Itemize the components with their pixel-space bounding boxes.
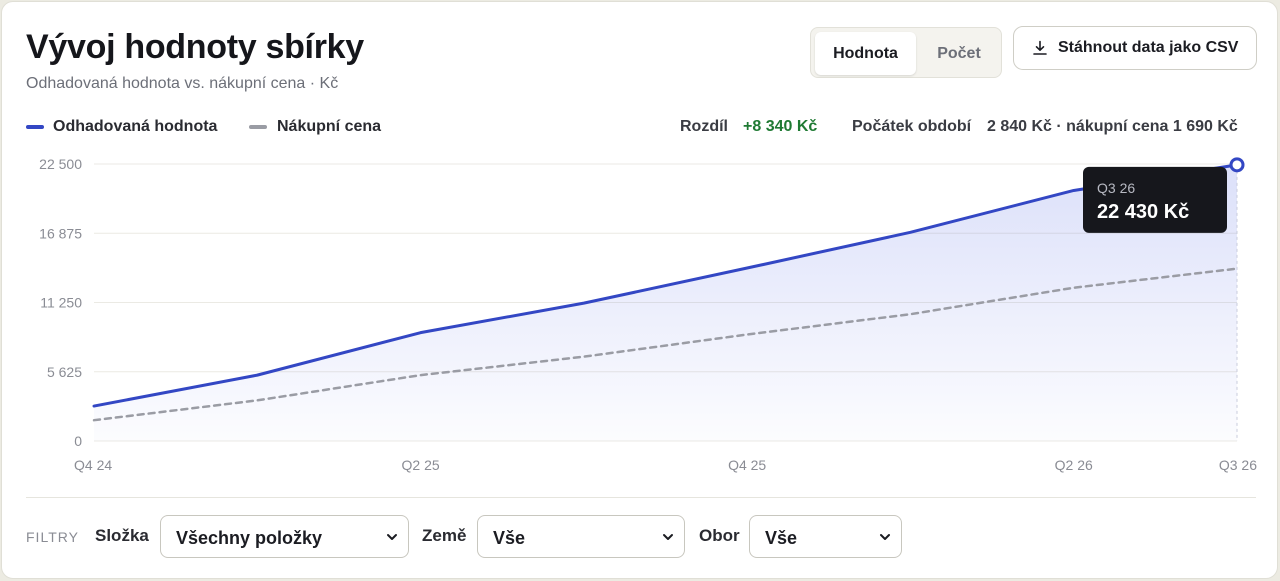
filter-select-slozka[interactable]: Všechny položky: [160, 515, 409, 558]
filter-value-obor: Vše: [765, 528, 798, 548]
filter-value-zeme: Vše: [493, 528, 526, 548]
toggle-hodnota-button[interactable]: Hodnota: [815, 32, 916, 75]
filter-value-slozka: Všechny položky: [176, 528, 323, 548]
diff-label: Rozdíl: [680, 118, 728, 135]
value-chart: 0 5 625 11 250 16 875 22 500 Q4 24 Q2 25 Q4 25 Q…: [39, 156, 1257, 473]
page-subtitle: Odhadovaná hodnota vs. nákupní cena · Kč: [26, 75, 339, 92]
legend-swatch-estimated: [26, 125, 44, 129]
tooltip-period: Q3 26: [1097, 180, 1135, 196]
download-csv-label: Stáhnout data jako CSV: [1058, 39, 1239, 56]
start-value: 2 840 Kč · nákupní cena 1 690 Kč: [987, 118, 1238, 135]
legend-label-purchase: Nákupní cena: [277, 118, 382, 135]
filters-divider: [26, 497, 1256, 498]
x-tick-label: Q3 26: [1219, 457, 1257, 473]
x-tick-label: Q4 24: [74, 457, 112, 473]
filter-label-zeme: Země: [422, 526, 467, 545]
chevron-down-icon: [663, 534, 673, 540]
tooltip-box: [1083, 166, 1227, 233]
filters-title: FILTRY: [26, 529, 79, 545]
y-tick-label: 0: [74, 433, 82, 449]
diff-value: +8 340 Kč: [743, 118, 818, 135]
toggle-pocet-button[interactable]: Počet: [920, 32, 998, 75]
y-tick-label: 16 875: [39, 225, 82, 241]
metric-toggle: Hodnota Počet: [810, 27, 1002, 78]
tooltip-value: 22 430 Kč: [1097, 201, 1189, 223]
filter-select-zeme[interactable]: Vše: [477, 515, 685, 558]
legend-swatch-purchase: [249, 125, 267, 129]
filter-label-obor: Obor: [699, 526, 740, 545]
page-title: Vývoj hodnoty sbírky: [26, 28, 364, 66]
filter-label-slozka: Složka: [95, 526, 149, 545]
y-tick-label: 11 250: [40, 295, 82, 311]
filter-select-obor[interactable]: Vše: [749, 515, 902, 558]
highlight-point: [1229, 157, 1245, 173]
start-label: Počátek období: [852, 118, 972, 135]
chevron-down-icon: [880, 534, 890, 540]
y-tick-label: 22 500: [39, 156, 82, 172]
x-tick-label: Q2 25: [402, 457, 440, 473]
y-tick-label: 5 625: [47, 364, 82, 380]
chevron-down-icon: [387, 534, 397, 540]
chart-card: Vývoj hodnoty sbírky Odhadovaná hodnota …: [1, 1, 1278, 579]
x-tick-label: Q4 25: [728, 457, 766, 473]
x-tick-label: Q2 26: [1055, 457, 1093, 473]
download-icon: [1033, 40, 1047, 55]
legend-label-estimated: Odhadovaná hodnota: [53, 118, 218, 135]
download-csv-button[interactable]: Stáhnout data jako CSV: [1013, 26, 1257, 70]
